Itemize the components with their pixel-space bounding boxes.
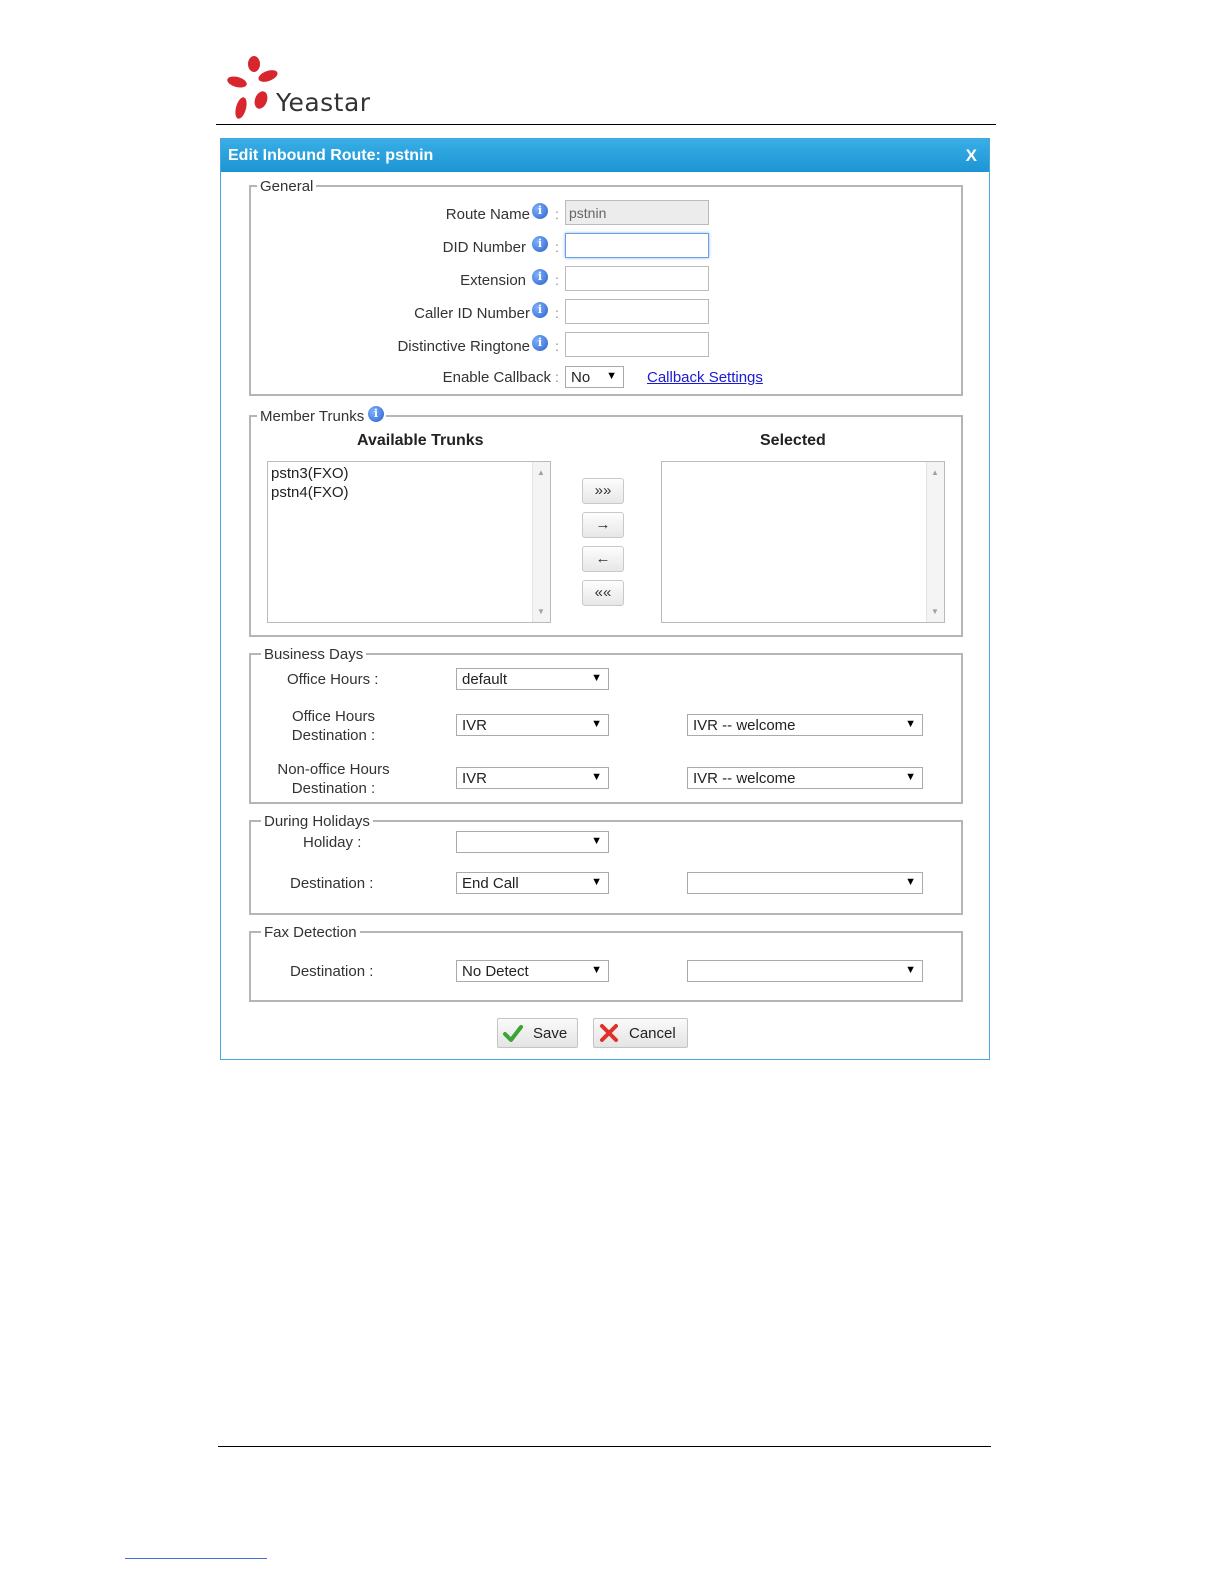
caller-id-number-label: Caller ID Number <box>414 305 530 322</box>
ringtone-info-icon[interactable]: i <box>532 335 548 351</box>
selected-trunks-header: Selected <box>760 432 826 449</box>
office-hours-label: Office Hours : <box>287 671 379 688</box>
holiday-select[interactable]: ▼ <box>456 831 609 853</box>
chevron-down-icon: ▼ <box>591 964 602 976</box>
holiday-destination-label: Destination : <box>290 875 374 892</box>
holiday-label: Holiday : <box>303 834 362 851</box>
fax-target-select[interactable]: ▼ <box>687 960 923 982</box>
chevron-down-icon: ▼ <box>591 876 602 888</box>
close-icon <box>600 1024 618 1042</box>
member-trunks-legend: Member Trunks <box>257 408 387 425</box>
list-item[interactable]: pstn4(FXO) <box>268 483 550 502</box>
header-rule <box>216 124 996 125</box>
fax-destination-label: Destination : <box>290 963 374 980</box>
available-trunks-list[interactable]: pstn3(FXO) pstn4(FXO) ▲ ▼ <box>267 461 551 623</box>
distinctive-ringtone-label: Distinctive Ringtone <box>397 338 530 355</box>
chevron-down-icon: ▼ <box>905 718 916 730</box>
scrollbar[interactable]: ▲ ▼ <box>532 462 550 622</box>
enable-callback-value: No <box>571 369 591 386</box>
did-number-label: DID Number <box>442 239 526 256</box>
fax-detection-legend: Fax Detection <box>261 924 360 941</box>
general-legend: General <box>257 178 317 195</box>
non-office-hours-target-value: IVR -- welcome <box>693 770 796 787</box>
extension-input[interactable] <box>565 266 709 291</box>
colon: : <box>555 239 559 255</box>
enable-callback-select[interactable]: No ▼ <box>565 366 624 388</box>
cancel-button[interactable]: Cancel <box>593 1018 688 1048</box>
chevron-down-icon: ▼ <box>606 370 617 382</box>
distinctive-ringtone-input[interactable] <box>565 332 709 357</box>
scroll-up-icon[interactable]: ▲ <box>931 468 939 477</box>
office-hours-value: default <box>462 671 508 688</box>
colon: : <box>555 206 559 222</box>
office-hours-target-select[interactable]: IVR -- welcome ▼ <box>687 714 923 736</box>
add-all-trunks-button[interactable]: »» <box>582 478 624 504</box>
non-office-hours-target-select[interactable]: IVR -- welcome ▼ <box>687 767 923 789</box>
cancel-label: Cancel <box>629 1025 676 1042</box>
scroll-up-icon[interactable]: ▲ <box>537 468 545 477</box>
chevron-down-icon: ▼ <box>905 771 916 783</box>
selected-trunks-list[interactable]: ▲ ▼ <box>661 461 945 623</box>
label-line: Non-office Hours <box>277 761 390 778</box>
holiday-destination-select[interactable]: End Call ▼ <box>456 872 609 894</box>
label-line: Destination : <box>291 727 376 744</box>
chevron-down-icon: ▼ <box>591 718 602 730</box>
available-trunks-header: Available Trunks <box>357 432 484 449</box>
add-trunk-button[interactable]: → <box>582 512 624 538</box>
fax-destination-value: No Detect <box>462 963 529 980</box>
scroll-down-icon[interactable]: ▼ <box>537 607 545 616</box>
dialog-title: Edit Inbound Route: pstnin <box>228 147 434 164</box>
colon: : <box>555 369 559 385</box>
route-name-info-icon[interactable]: i <box>532 203 548 219</box>
list-item[interactable]: pstn3(FXO) <box>268 464 550 483</box>
dialog-titlebar: Edit Inbound Route: pstnin X <box>221 139 989 172</box>
brand-name: Yeastar <box>276 88 371 117</box>
non-office-hours-destination-select[interactable]: IVR ▼ <box>456 767 609 789</box>
colon: : <box>555 305 559 321</box>
did-number-input[interactable] <box>565 233 709 258</box>
checkmark-icon <box>503 1025 523 1042</box>
label-line: Destination : <box>291 780 376 797</box>
callback-settings-link[interactable]: Callback Settings <box>647 369 763 386</box>
scrollbar[interactable]: ▲ ▼ <box>926 462 944 622</box>
chevron-down-icon: ▼ <box>591 835 602 847</box>
member-trunks-info-icon[interactable]: i <box>368 406 384 422</box>
route-name-label: Route Name <box>445 206 530 223</box>
office-hours-destination-value: IVR <box>462 717 488 734</box>
extension-label: Extension <box>460 272 526 289</box>
chevron-down-icon: ▼ <box>905 964 916 976</box>
non-office-hours-destination-label: Non-office Hours Destination : <box>261 760 406 798</box>
office-hours-select[interactable]: default ▼ <box>456 668 609 690</box>
remove-trunk-button[interactable]: ← <box>582 546 624 572</box>
office-hours-destination-label: Office Hours Destination : <box>261 707 406 745</box>
holiday-target-select[interactable]: ▼ <box>687 872 923 894</box>
office-hours-destination-select[interactable]: IVR ▼ <box>456 714 609 736</box>
route-name-input[interactable] <box>565 200 709 225</box>
footnote-link-rule <box>125 1558 267 1559</box>
extension-info-icon[interactable]: i <box>532 269 548 285</box>
enable-callback-label: Enable Callback <box>442 369 551 386</box>
during-holidays-legend: During Holidays <box>261 813 373 830</box>
non-office-hours-destination-value: IVR <box>462 770 488 787</box>
save-button[interactable]: Save <box>497 1018 578 1048</box>
chevron-down-icon: ▼ <box>591 771 602 783</box>
close-icon[interactable]: X <box>966 146 977 166</box>
chevron-down-icon: ▼ <box>905 876 916 888</box>
fax-destination-select[interactable]: No Detect ▼ <box>456 960 609 982</box>
remove-all-trunks-button[interactable]: «« <box>582 580 624 606</box>
footer-rule <box>218 1446 991 1447</box>
business-days-legend: Business Days <box>261 646 367 663</box>
scroll-down-icon[interactable]: ▼ <box>931 607 939 616</box>
chevron-down-icon: ▼ <box>591 672 602 684</box>
did-number-info-icon[interactable]: i <box>532 236 548 252</box>
caller-id-number-input[interactable] <box>565 299 709 324</box>
label-line: Office Hours <box>291 708 376 725</box>
caller-id-info-icon[interactable]: i <box>532 302 548 318</box>
holiday-destination-value: End Call <box>462 875 519 892</box>
office-hours-target-value: IVR -- welcome <box>693 717 796 734</box>
colon: : <box>555 338 559 354</box>
save-label: Save <box>533 1025 568 1042</box>
colon: : <box>555 272 559 288</box>
edit-inbound-route-dialog: Edit Inbound Route: pstnin X General Rou… <box>220 138 990 1060</box>
